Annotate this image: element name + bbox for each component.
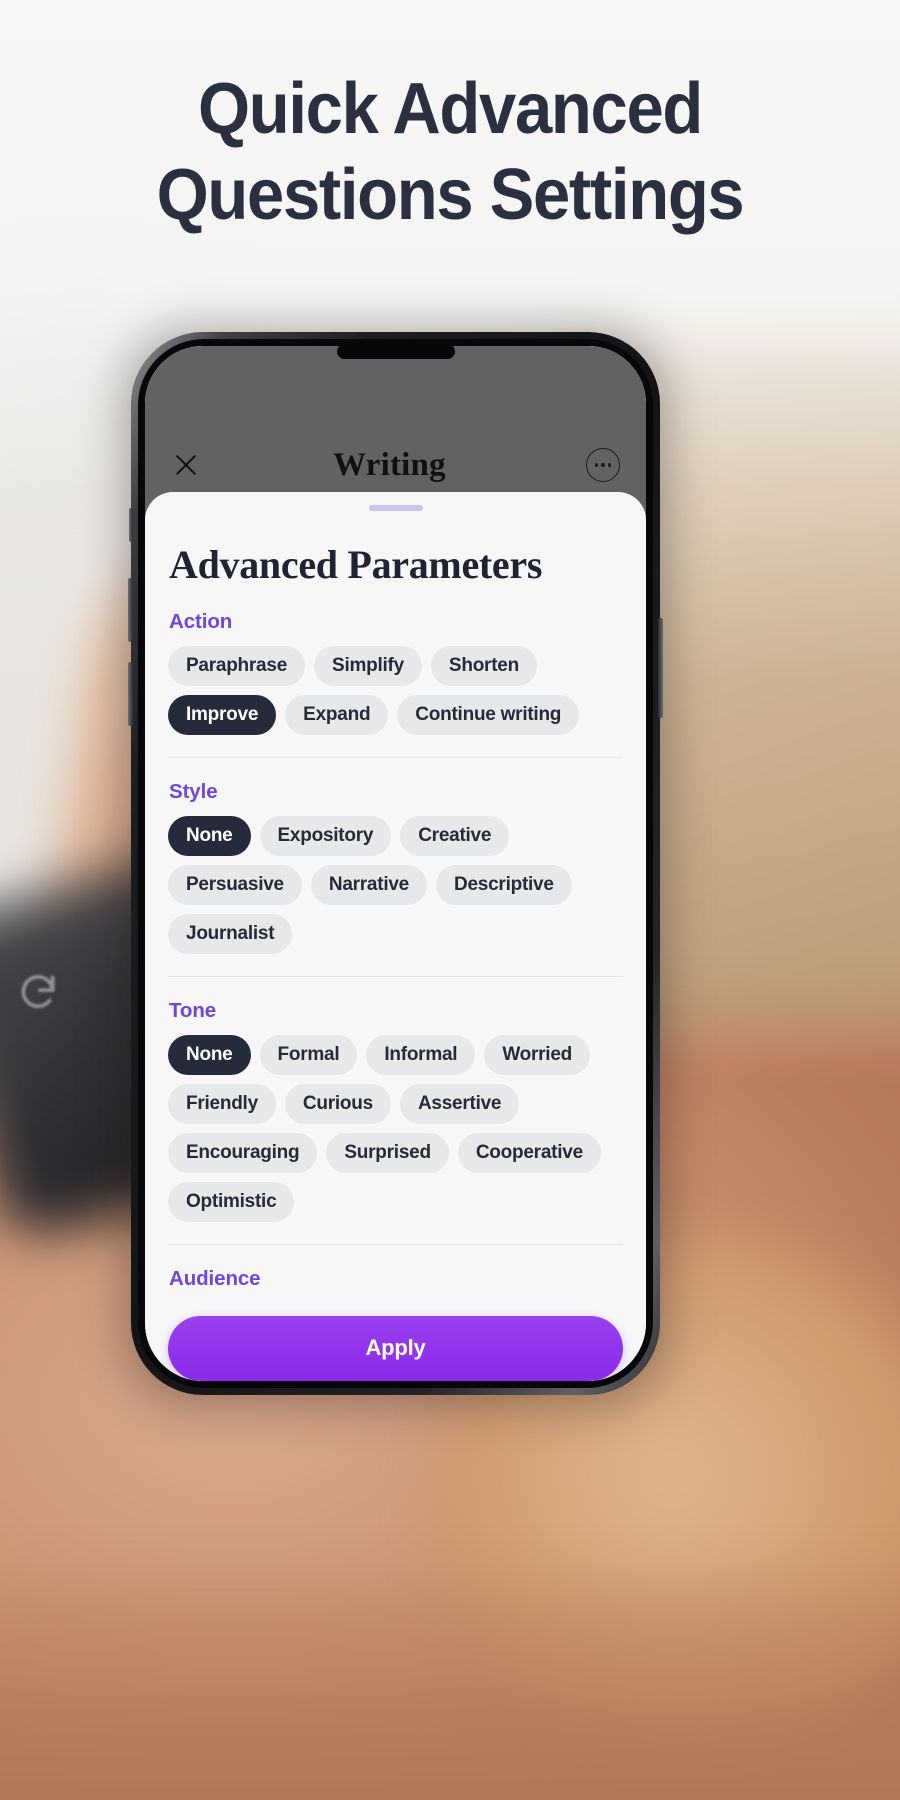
mute-switch[interactable] <box>129 508 133 542</box>
chip-expand[interactable]: Expand <box>285 695 389 735</box>
section-label: Action <box>169 610 233 633</box>
chip-curious[interactable]: Curious <box>284 1084 391 1124</box>
phone-frame: Writing Advanced Parameters Action Paraph… <box>131 332 660 1395</box>
section-action: Action Paraphrase Simplify Shorten Improve Ex… <box>168 588 623 735</box>
phone-screen: Writing Advanced Parameters Action Paraph… <box>145 346 646 1381</box>
chip-continue-writing[interactable]: Continue writing <box>397 695 580 735</box>
section-label: Style <box>169 780 218 803</box>
dynamic-island <box>336 344 455 359</box>
chip-optimistic[interactable]: Optimistic <box>168 1182 295 1222</box>
phone-mockup: Writing Advanced Parameters Action Paraph… <box>121 326 670 1409</box>
page-title: Quick Advanced Questions Settings <box>32 66 869 238</box>
sheet-body: Advanced Parameters Action Paraphrase Simp… <box>145 511 646 1300</box>
chip-group: None Formal Informal Worried Friendly Curious… <box>168 1035 623 1222</box>
sections-container: Action Paraphrase Simplify Shorten Improve Ex… <box>168 588 623 1300</box>
chip-none[interactable]: None <box>168 816 251 856</box>
chip-informal[interactable]: Informal <box>366 1035 476 1075</box>
chip-improve[interactable]: Improve <box>168 695 277 735</box>
ellipsis-dot <box>607 463 612 467</box>
headline-line-2: Questions Settings <box>156 155 745 235</box>
chip-expository[interactable]: Expository <box>259 816 392 856</box>
headline-line-1: Quick Advanced <box>197 69 703 149</box>
section-audience: AudienceNoneChildrenTeensYoung AdultsAca… <box>168 1244 623 1300</box>
ellipsis-dot <box>601 463 605 467</box>
chip-friendly[interactable]: Friendly <box>168 1084 276 1124</box>
chip-group: Paraphrase Simplify Shorten Improve Expand Co… <box>168 646 623 735</box>
chip-assertive[interactable]: Assertive <box>399 1084 520 1124</box>
chip-worried[interactable]: Worried <box>484 1035 590 1075</box>
nav-title: Writing <box>333 446 446 483</box>
ellipsis-dot <box>594 463 599 467</box>
advanced-parameters-sheet: Advanced Parameters Action Paraphrase Simp… <box>145 492 646 1381</box>
chip-surprised[interactable]: Surprised <box>326 1133 449 1173</box>
section-label: Audience <box>169 1267 261 1290</box>
chip-formal[interactable]: Formal <box>259 1035 358 1075</box>
sheet-footer: Apply <box>145 1300 646 1381</box>
apply-button[interactable]: Apply <box>168 1316 623 1381</box>
chip-encouraging[interactable]: Encouraging <box>168 1133 318 1173</box>
ellipsis-icon[interactable] <box>586 448 620 482</box>
chip-paraphrase[interactable]: Paraphrase <box>168 646 306 686</box>
volume-up-button[interactable] <box>128 578 133 642</box>
volume-down-button[interactable] <box>128 662 133 726</box>
chip-narrative[interactable]: Narrative <box>310 865 427 905</box>
chip-journalist[interactable]: Journalist <box>168 914 293 954</box>
section-style: Style None Expository Creative Persuasive Nar… <box>168 757 623 954</box>
nav-bar: Writing <box>145 434 646 496</box>
chip-simplify[interactable]: Simplify <box>314 646 422 686</box>
chip-shorten[interactable]: Shorten <box>430 646 537 686</box>
sheet-title: Advanced Parameters <box>169 542 543 587</box>
chip-group: None Expository Creative Persuasive Narrativ… <box>168 816 623 954</box>
section-label: Tone <box>169 999 217 1022</box>
power-button[interactable] <box>658 618 663 718</box>
chip-descriptive[interactable]: Descriptive <box>436 865 572 905</box>
chip-persuasive[interactable]: Persuasive <box>168 865 302 905</box>
section-tone: Tone None Formal Informal Worried Friendly Cur… <box>168 976 623 1222</box>
chip-cooperative[interactable]: Cooperative <box>457 1133 601 1173</box>
chip-creative[interactable]: Creative <box>400 816 510 856</box>
chip-none[interactable]: None <box>168 1035 251 1075</box>
